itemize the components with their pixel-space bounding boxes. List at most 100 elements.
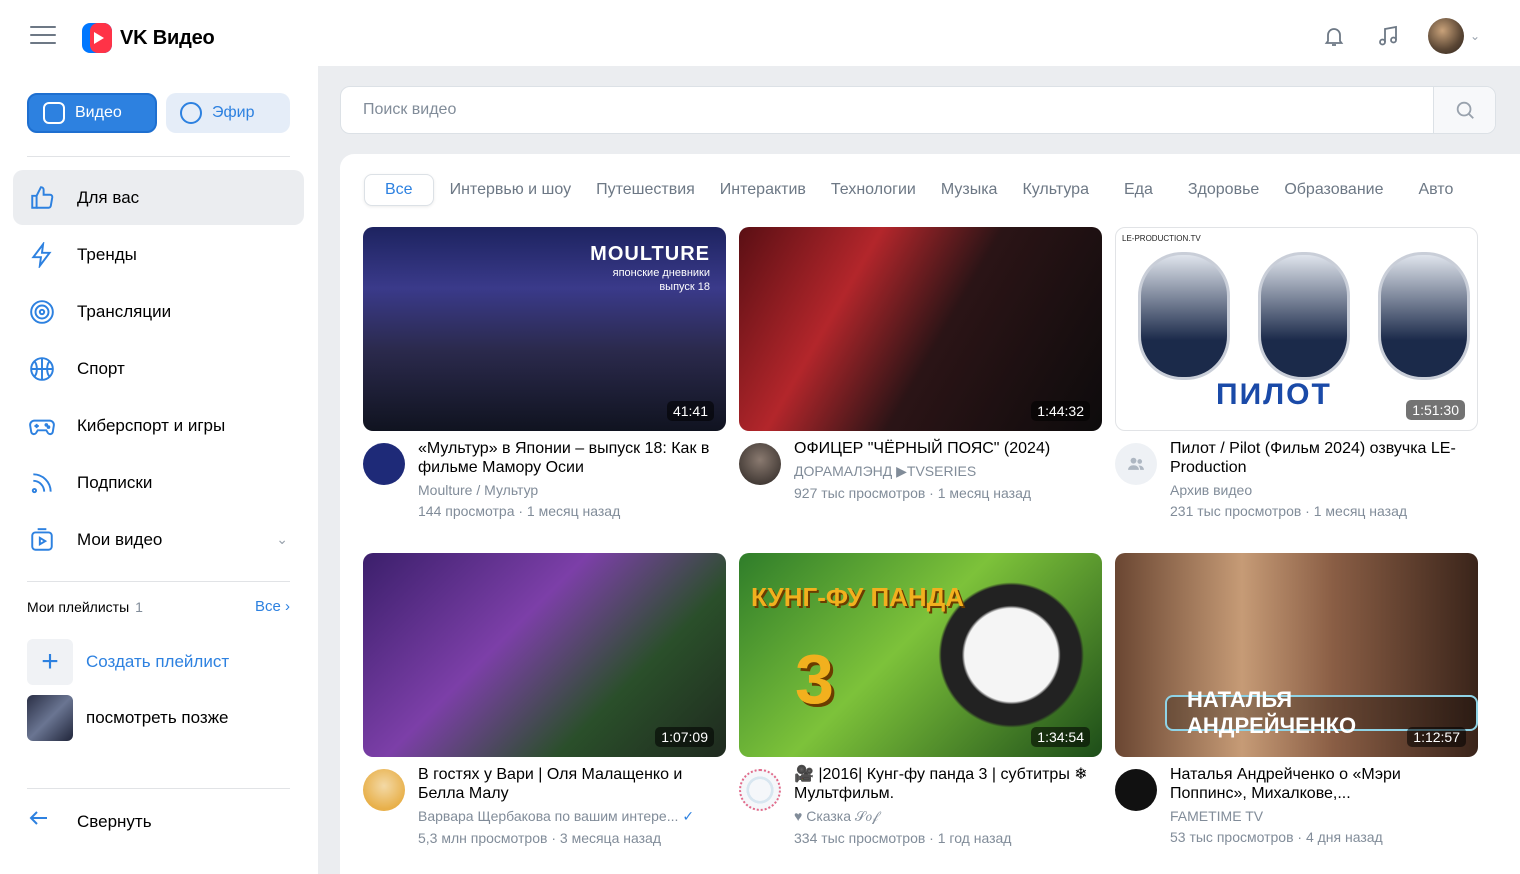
video-card[interactable]: LE-PRODUCTION.TV ПИЛОТ 1:51:30 Пилот / P… — [1115, 227, 1478, 519]
sidebar-item-sport[interactable]: Спорт — [13, 341, 304, 396]
video-card[interactable]: 1:07:09 В гостях у Вари | Оля Малащенко … — [363, 553, 726, 846]
menu-icon[interactable] — [30, 26, 56, 46]
playlists-count: 1 — [135, 598, 143, 615]
sidebar-item-label: Для вас — [77, 187, 140, 207]
category-tab[interactable]: Здоровье — [1176, 174, 1271, 206]
category-tab[interactable]: Технологии — [819, 174, 928, 206]
video-title[interactable]: ОФИЦЕР "ЧЁРНЫЙ ПОЯС" (2024) — [794, 439, 1102, 458]
category-tab[interactable]: Музыка — [929, 174, 1010, 206]
sidebar-item-label: Тренды — [77, 244, 137, 264]
sidebar-item-label: Мои видео — [77, 529, 163, 549]
video-title[interactable]: Пилот / Pilot (Фильм 2024) озвучка LE-Pr… — [1170, 439, 1478, 477]
chevron-down-icon: ⌄ — [1469, 29, 1480, 43]
thumbnail-overlay: MOULTURE японские дневники выпуск 18 — [590, 243, 710, 293]
video-title[interactable]: В гостях у Вари | Оля Малащенко и Белла … — [418, 765, 726, 803]
channel-name[interactable]: Moulture / Мультур — [418, 482, 726, 498]
video-stats: 231 тыс просмотров · 1 месяц назад — [1170, 503, 1408, 519]
avatar — [1427, 18, 1464, 54]
playlist-item[interactable]: посмотреть позже — [27, 695, 229, 741]
search-icon — [1456, 101, 1474, 119]
video-title[interactable]: «Мультур» в Японии – выпуск 18: Как в фи… — [418, 439, 726, 477]
divider — [27, 156, 290, 157]
video-thumbnail[interactable]: 1:44:32 — [739, 227, 1102, 431]
bell-icon[interactable] — [1320, 22, 1348, 50]
collapse-label: Свернуть — [77, 811, 152, 831]
profile-menu[interactable]: ⌄ — [1427, 18, 1480, 54]
duration-badge: 1:34:54 — [1031, 727, 1090, 747]
category-tab[interactable]: Образование — [1272, 174, 1395, 206]
video-title[interactable]: 🎥 |2016| Кунг-фу панда 3 | субтитры ❄ Му… — [794, 765, 1102, 803]
playlist-label: посмотреть позже — [86, 708, 229, 727]
thumbnail-title: НАТАЛЬЯ АНДРЕЙЧЕНКО — [1165, 687, 1478, 738]
channel-name[interactable]: ♥ Сказка 𝒮𝑜𝒻 — [794, 808, 1102, 825]
sidebar-item-esports[interactable]: Киберспорт и игры — [13, 398, 304, 453]
category-tabs: Все Интервью и шоу Путешествия Интеракти… — [364, 174, 1464, 206]
channel-avatar[interactable] — [1115, 443, 1157, 485]
playlists-header: Мои плейлисты 1 Все › — [27, 598, 290, 615]
thumbnail-number: 3 — [795, 640, 834, 718]
sidebar: Видео Эфир Для вас Тренды Трансляции Спо… — [0, 66, 318, 874]
video-thumbnail[interactable]: LE-PRODUCTION.TV ПИЛОТ 1:51:30 — [1115, 227, 1478, 431]
playlists-all-link[interactable]: Все › — [255, 598, 290, 615]
channel-avatar[interactable] — [1115, 769, 1157, 811]
channel-name[interactable]: Архив видео — [1170, 482, 1478, 498]
video-stats: 144 просмотра · 1 месяц назад — [418, 503, 621, 519]
channel-avatar[interactable] — [363, 769, 405, 811]
video-thumbnail[interactable]: 1:07:09 — [363, 553, 726, 757]
playlist-thumbnail — [27, 695, 73, 741]
sidebar-nav: Для вас Тренды Трансляции Спорт Киберспо… — [13, 170, 304, 569]
video-stats: 927 тыс просмотров · 1 месяц назад — [794, 485, 1032, 501]
category-tab[interactable]: Авто — [1396, 174, 1463, 206]
video-card[interactable]: НАТАЛЬЯ АНДРЕЙЧЕНКО 1:12:57 Наталья Андр… — [1115, 553, 1478, 845]
ball-icon — [27, 354, 57, 384]
sidebar-item-label: Киберспорт и игры — [77, 415, 226, 435]
rss-icon — [27, 468, 57, 498]
video-card[interactable]: КУНГ-ФУ ПАНДА 3 1:34:54 🎥 |2016| Кунг-фу… — [739, 553, 1102, 846]
video-card[interactable]: MOULTURE японские дневники выпуск 18 41:… — [363, 227, 726, 519]
collapse-sidebar-button[interactable]: Свернуть — [27, 806, 152, 837]
sidebar-item-my-videos[interactable]: Мои видео ⌄ — [13, 512, 304, 567]
top-bar: VK Видео ⌄ — [0, 0, 1520, 66]
sidebar-item-label: Трансляции — [77, 301, 172, 321]
logo-text: VK Видео — [120, 26, 215, 49]
video-stats: 5,3 млн просмотров · 3 месяца назад — [418, 830, 661, 846]
playlists-title: Мои плейлисты — [27, 598, 130, 615]
video-thumbnail[interactable]: MOULTURE японские дневники выпуск 18 41:… — [363, 227, 726, 431]
logo[interactable]: VK Видео — [82, 23, 215, 53]
video-stats: 53 тыс просмотров · 4 дня назад — [1170, 829, 1383, 845]
category-tab[interactable]: Интерактив — [708, 174, 818, 206]
category-tab[interactable]: Еда — [1102, 174, 1175, 206]
video-tab-button[interactable]: Видео — [27, 93, 157, 133]
create-playlist-button[interactable]: + Создать плейлист — [27, 639, 229, 685]
sidebar-item-trends[interactable]: Тренды — [13, 227, 304, 282]
channel-avatar[interactable] — [739, 769, 781, 811]
thumbnail-title: ПИЛОТ — [1216, 378, 1332, 411]
sidebar-item-for-you[interactable]: Для вас — [13, 170, 304, 225]
video-card[interactable]: 1:44:32 ОФИЦЕР "ЧЁРНЫЙ ПОЯС" (2024) ДОРА… — [739, 227, 1102, 501]
channel-avatar[interactable] — [739, 443, 781, 485]
music-note-icon[interactable] — [1374, 22, 1402, 50]
thumbnail-title: КУНГ-ФУ ПАНДА — [751, 582, 965, 612]
live-tab-button[interactable]: Эфир — [166, 93, 290, 133]
category-tab[interactable]: Путешествия — [584, 174, 707, 206]
search-input[interactable] — [341, 101, 1433, 119]
sidebar-item-broadcasts[interactable]: Трансляции — [13, 284, 304, 339]
category-tab-all[interactable]: Все — [364, 174, 434, 206]
channel-avatar[interactable] — [363, 443, 405, 485]
video-thumbnail[interactable]: КУНГ-ФУ ПАНДА 3 1:34:54 — [739, 553, 1102, 757]
category-tab[interactable]: Интервью и шоу — [438, 174, 584, 206]
video-stats: 334 тыс просмотров · 1 год назад — [794, 830, 1012, 846]
video-title[interactable]: Наталья Андрейченко о «Мэри Поппинс», Ми… — [1170, 765, 1478, 803]
gamepad-icon — [27, 411, 57, 441]
plus-icon: + — [27, 639, 73, 685]
channel-name[interactable]: Варвара Щербакова по вашим интере... ✓ — [418, 808, 726, 825]
main-content: Все Интервью и шоу Путешествия Интеракти… — [340, 154, 1520, 874]
search-button[interactable] — [1433, 87, 1495, 133]
video-thumbnail[interactable]: НАТАЛЬЯ АНДРЕЙЧЕНКО 1:12:57 — [1115, 553, 1478, 757]
sidebar-item-subscriptions[interactable]: Подписки — [13, 455, 304, 510]
channel-name[interactable]: ДОРАМАЛЭНД ▶TVSERIES — [794, 463, 1102, 480]
channel-name[interactable]: FAMETIME TV — [1170, 808, 1478, 824]
category-tab[interactable]: Культура — [1010, 174, 1101, 206]
chevron-down-icon[interactable]: ⌄ — [276, 531, 288, 548]
duration-badge: 1:51:30 — [1406, 400, 1465, 420]
